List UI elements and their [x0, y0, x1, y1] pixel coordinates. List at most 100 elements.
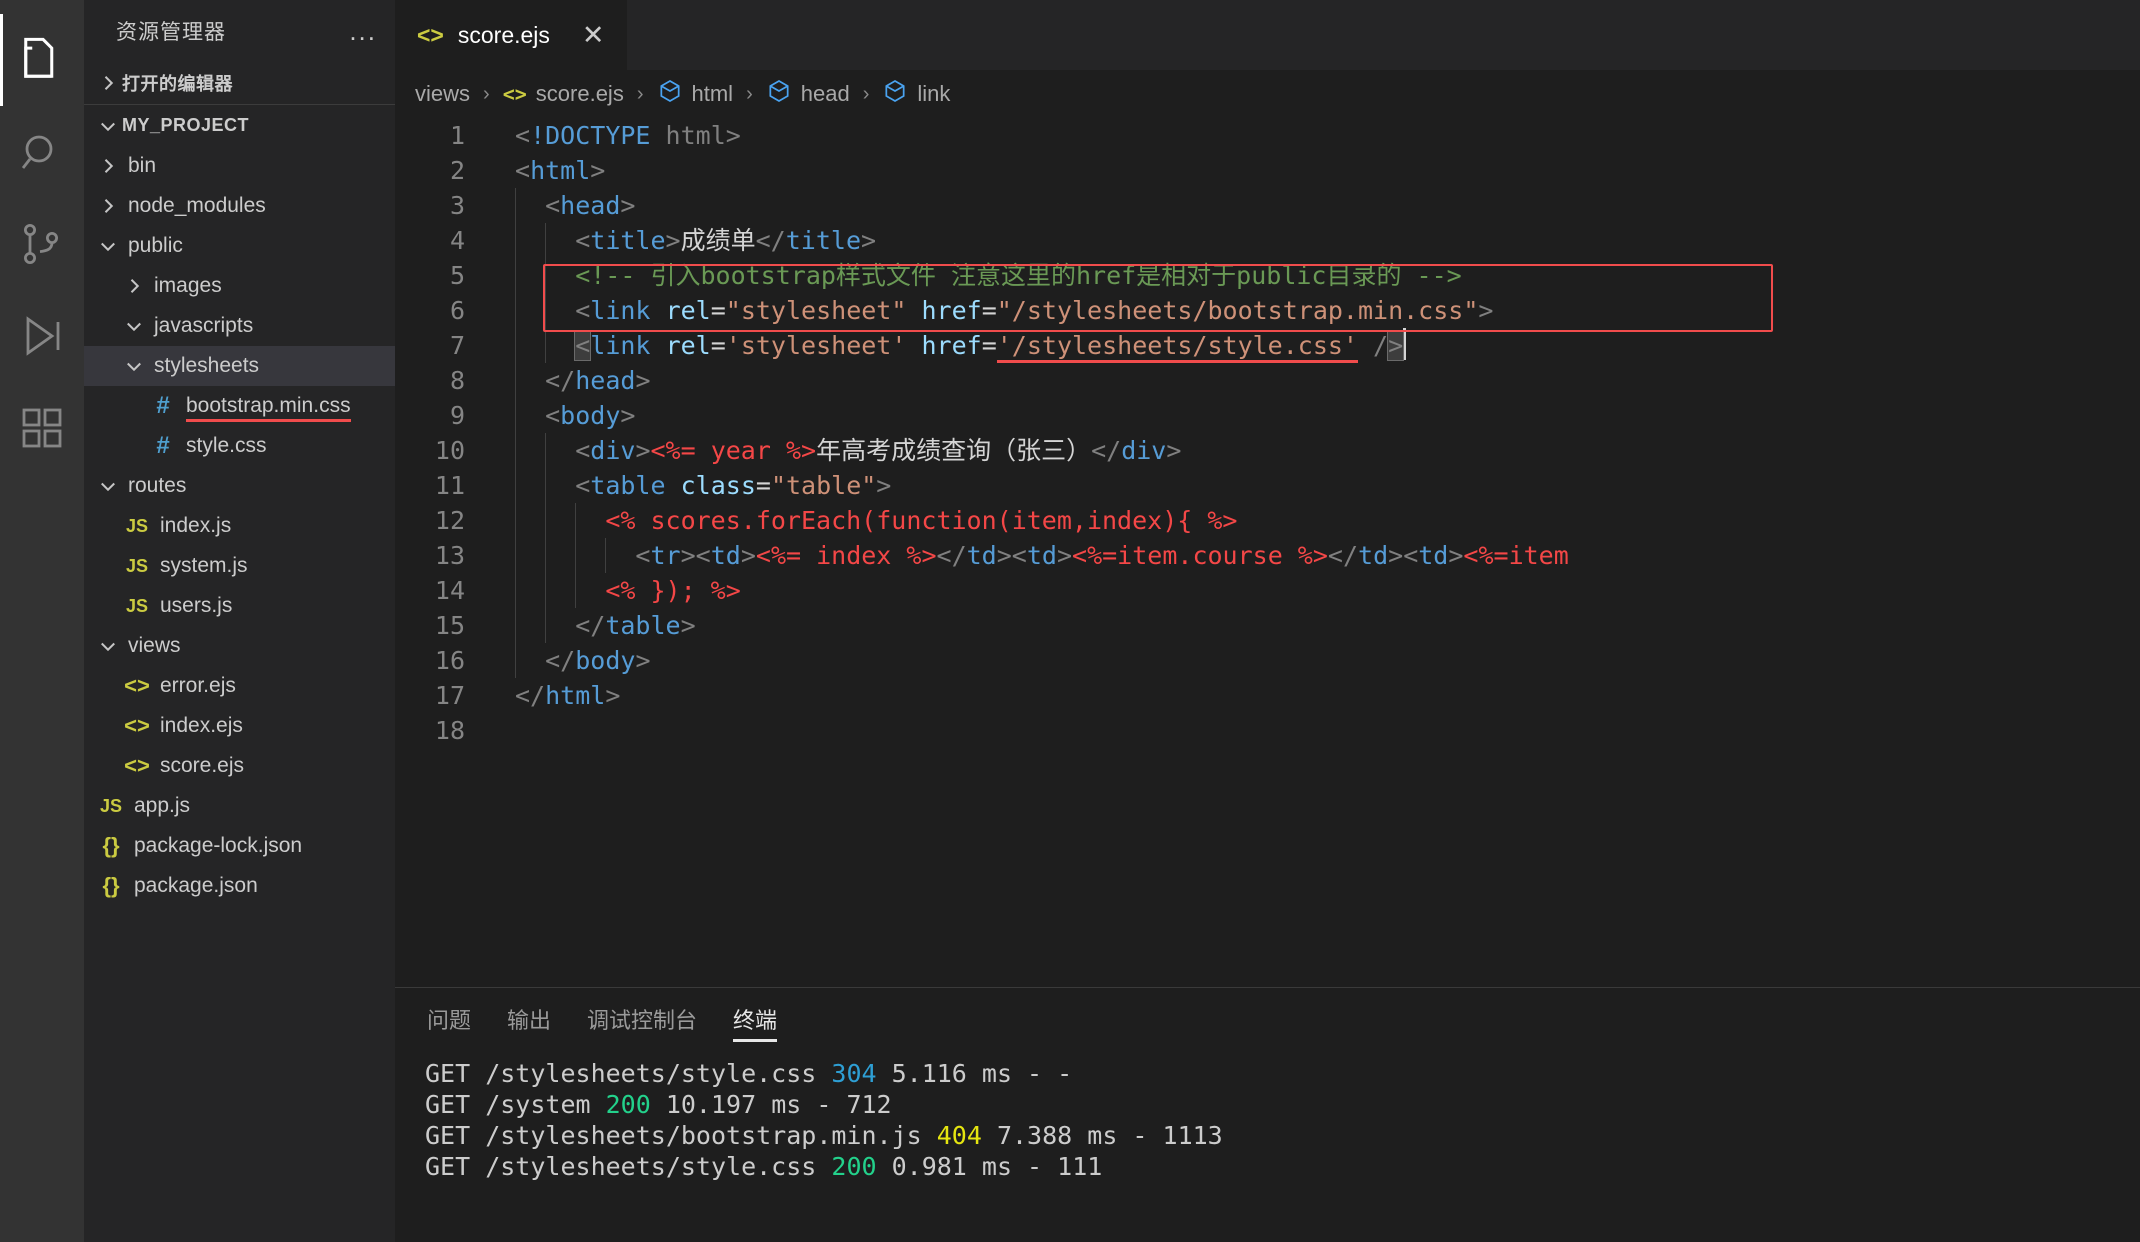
tree-item-label: node_modules — [128, 194, 266, 217]
symbol-cube-icon — [657, 78, 683, 110]
tree-item-label: javascripts — [154, 314, 254, 337]
code-line: 11 <table class="table"> — [395, 468, 2140, 503]
tree-item-score-ejs[interactable]: <> score.ejs — [84, 746, 395, 786]
code-line: 16 </body> — [395, 643, 2140, 678]
tree-item-routes[interactable]: routes — [84, 466, 395, 506]
code-line-text: <head> — [491, 188, 635, 223]
chevron-down-icon — [94, 472, 122, 500]
vscode-window: 资源管理器 ... 打开的编辑器 MY_PROJECT bin node_modu… — [0, 0, 2140, 1242]
line-number: 15 — [434, 611, 465, 640]
code-line: 1 <!DOCTYPE html> — [395, 118, 2140, 153]
tree-item-app-js[interactable]: JS app.js — [84, 786, 395, 826]
line-number: 9 — [449, 401, 465, 430]
chevron-down-icon — [120, 352, 148, 380]
code-line-text: <body> — [491, 398, 635, 433]
tree-item-index-js[interactable]: JS index.js — [84, 506, 395, 546]
tree-item-package-lock-json[interactable]: {} package-lock.json — [84, 826, 395, 866]
terminal-output[interactable]: GET /stylesheets/style.css 304 5.116 ms … — [395, 1050, 2140, 1242]
line-number: 1 — [449, 121, 465, 150]
code-line-text: <% }); %> — [491, 573, 741, 608]
activity-source-control[interactable] — [0, 198, 84, 290]
line-number: 6 — [449, 296, 465, 325]
project-section[interactable]: MY_PROJECT — [84, 104, 395, 146]
explorer-header: 资源管理器 ... — [84, 0, 395, 62]
code-line: 7 <link rel='stylesheet' href='/styleshe… — [395, 328, 2140, 363]
editor-vertical-scrollbar[interactable] — [2126, 118, 2140, 987]
tree-item-images[interactable]: images — [84, 266, 395, 306]
code-line-text: </table> — [491, 608, 696, 643]
tree-item-node-modules[interactable]: node_modules — [84, 186, 395, 226]
tree-item-bootstrap-min-css[interactable]: # bootstrap.min.css — [84, 386, 395, 426]
tree-item-public[interactable]: public — [84, 226, 395, 266]
json-file-icon: {} — [102, 833, 120, 858]
files-icon — [16, 34, 68, 86]
explorer-title: 资源管理器 — [116, 21, 226, 44]
breadcrumb: views › <> score.ejs › html › head › link — [395, 70, 2140, 118]
tree-item-package-json[interactable]: {} package.json — [84, 866, 395, 906]
tree-item-style-css[interactable]: # style.css — [84, 426, 395, 466]
tree-item-stylesheets[interactable]: stylesheets — [84, 346, 395, 386]
line-number: 18 — [434, 716, 465, 745]
breadcrumb-item-link[interactable]: link — [882, 78, 950, 110]
line-number: 8 — [449, 366, 465, 395]
panel-tab-终端[interactable]: 终端 — [733, 988, 778, 1050]
tree-item-index-ejs[interactable]: <> index.ejs — [84, 706, 395, 746]
breadcrumb-label: html — [691, 81, 734, 106]
file-tree: bin node_modulespublic images javascripts st… — [84, 146, 395, 1242]
line-number: 4 — [449, 226, 465, 255]
line-number: 11 — [434, 471, 465, 500]
breadcrumb-item-head[interactable]: head — [766, 78, 850, 110]
terminal-line: GET /stylesheets/bootstrap.min.js 404 7.… — [425, 1121, 1223, 1150]
code-line: 2 <html> — [395, 153, 2140, 188]
code-line: 10 <div><%= year %>年高考成绩查询（张三）</div> — [395, 433, 2140, 468]
tree-item-label: index.js — [160, 514, 232, 537]
js-file-icon: JS — [125, 515, 149, 536]
tree-item-bin[interactable]: bin — [84, 146, 395, 186]
tree-item-label: images — [154, 274, 222, 297]
activity-explorer[interactable] — [0, 14, 84, 106]
source-control-icon — [18, 220, 66, 268]
breadcrumb-item-score-ejs[interactable]: <> score.ejs — [503, 77, 624, 112]
hash-file-icon: # — [156, 392, 170, 419]
close-icon[interactable]: ✕ — [582, 21, 605, 49]
chevron-down-icon — [120, 312, 148, 340]
explorer-more-actions-button[interactable]: ... — [349, 18, 377, 44]
breadcrumb-item-html[interactable]: html — [657, 78, 734, 110]
activity-search[interactable] — [0, 106, 84, 198]
project-label: MY_PROJECT — [122, 115, 250, 135]
code-line-text: <!DOCTYPE html> — [515, 121, 741, 150]
line-number: 17 — [434, 681, 465, 710]
tab-score-ejs[interactable]: <> score.ejs ✕ — [395, 0, 628, 70]
line-number: 16 — [434, 646, 465, 675]
activity-run-and-debug[interactable] — [0, 290, 84, 382]
open-editors-section[interactable]: 打开的编辑器 — [84, 62, 395, 104]
tree-item-users-js[interactable]: JS users.js — [84, 586, 395, 626]
tree-item-label: style.css — [186, 434, 267, 457]
panel-tab-调试控制台[interactable]: 调试控制台 — [587, 988, 697, 1050]
breadcrumb-item-views[interactable]: views — [415, 81, 470, 107]
panel-tab-问题[interactable]: 问题 — [427, 988, 471, 1050]
tree-item-views[interactable]: views — [84, 626, 395, 666]
tree-item-label: users.js — [160, 594, 233, 617]
activity-bar — [0, 0, 84, 1242]
tree-item-label: bin — [128, 154, 157, 177]
code-line-text: <title>成绩单</title> — [491, 223, 876, 258]
tree-item-label: system.js — [160, 554, 248, 577]
tab-label: score.ejs — [457, 21, 550, 48]
tree-item-label: views — [128, 634, 181, 657]
code-line-text: </body> — [491, 643, 651, 678]
terminal-line: GET /system 200 10.197 ms - 712 — [425, 1090, 892, 1119]
activity-extensions[interactable] — [0, 382, 84, 474]
hash-file-icon: # — [156, 432, 170, 459]
tree-item-label: bootstrap.min.css — [180, 394, 351, 422]
tree-item-error-ejs[interactable]: <> error.ejs — [84, 666, 395, 706]
tree-item-javascripts[interactable]: javascripts — [84, 306, 395, 346]
terminal-line: GET /stylesheets/style.css 304 5.116 ms … — [425, 1059, 1073, 1088]
breadcrumb-label: head — [800, 81, 850, 106]
chevron-down-icon — [94, 632, 122, 660]
breadcrumb-label: score.ejs — [535, 81, 624, 106]
tree-item-system-js[interactable]: JS system.js — [84, 546, 395, 586]
chevron-right-icon — [94, 192, 122, 220]
code-editor[interactable]: 1 <!DOCTYPE html> 2 <html> 3 <head> 4 <title>… — [395, 118, 2140, 987]
panel-tab-输出[interactable]: 输出 — [507, 988, 551, 1050]
